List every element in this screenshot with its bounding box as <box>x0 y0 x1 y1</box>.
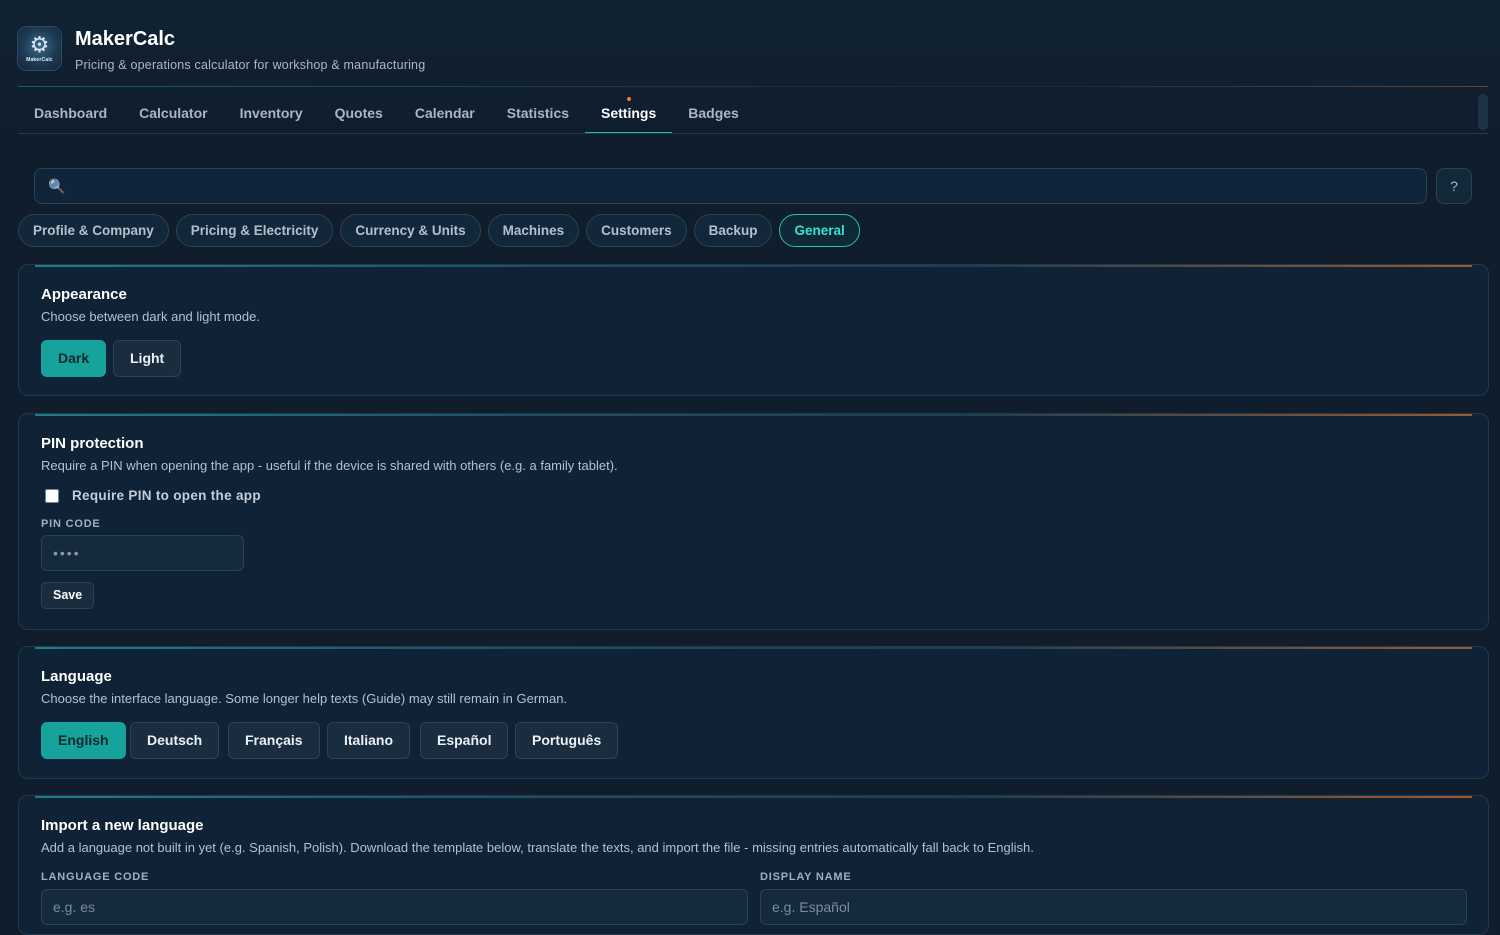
search-input[interactable] <box>71 169 1415 205</box>
settings-tabs: Profile & Company Pricing & Electricity … <box>18 214 860 247</box>
display-name-input[interactable]: e.g. Español <box>760 889 1467 925</box>
pin-card: PIN protection Require a PIN when openin… <box>18 413 1489 630</box>
app-title: MakerCalc <box>75 28 176 50</box>
pin-description: Require a PIN when opening the app - use… <box>41 458 618 473</box>
theme-dark-button[interactable]: Dark <box>41 340 107 377</box>
tab-calendar[interactable]: Calendar <box>399 96 491 132</box>
appearance-title: Appearance <box>41 286 127 303</box>
display-name-label: DISPLAY NAME <box>760 871 852 883</box>
app-logo: ⚙ MakerCalc <box>18 27 61 70</box>
card-accent <box>35 647 1472 649</box>
appearance-card: Appearance Choose between dark and light… <box>18 264 1489 396</box>
import-language-description: Add a language not built in yet (e.g. Sp… <box>41 840 1034 855</box>
language-code-label: LANGUAGE CODE <box>41 871 150 883</box>
require-pin-label[interactable]: Require PIN to open the app <box>72 488 261 503</box>
language-code-input[interactable]: e.g. es <box>41 889 748 925</box>
settings-search: 🔍 <box>34 168 1427 205</box>
gear-icon: ⚙ <box>29 32 50 57</box>
settings-tab-profile-company[interactable]: Profile & Company <box>18 214 169 247</box>
card-accent <box>35 796 1472 798</box>
tab-settings-label: Settings <box>601 105 657 121</box>
pin-code-label: PIN CODE <box>41 518 101 530</box>
notification-dot <box>626 97 631 101</box>
settings-tab-customers[interactable]: Customers <box>586 214 687 247</box>
language-italiano-button[interactable]: Italiano <box>327 722 411 759</box>
tab-settings[interactable]: Settings <box>585 96 673 134</box>
language-card: Language Choose the interface language. … <box>18 646 1489 779</box>
tab-quotes[interactable]: Quotes <box>319 96 399 132</box>
language-english-button[interactable]: English <box>41 722 126 759</box>
tab-badges[interactable]: Badges <box>672 96 755 132</box>
tab-dashboard[interactable]: Dashboard <box>18 96 123 132</box>
language-espanol-button[interactable]: Español <box>420 722 509 759</box>
import-language-card: Import a new language Add a language not… <box>18 795 1489 935</box>
language-deutsch-button[interactable]: Deutsch <box>130 722 220 759</box>
app-subtitle: Pricing & operations calculator for work… <box>75 58 426 72</box>
import-language-title: Import a new language <box>41 817 204 834</box>
search-icon: 🔍 <box>48 178 66 194</box>
nav-scrollbar[interactable] <box>1478 94 1488 130</box>
language-francais-button[interactable]: Français <box>228 722 320 759</box>
pin-title: PIN protection <box>41 435 144 452</box>
header-divider <box>18 86 1488 87</box>
language-title: Language <box>41 668 112 685</box>
settings-tab-backup[interactable]: Backup <box>693 214 773 247</box>
appearance-description: Choose between dark and light mode. <box>41 309 260 324</box>
help-button[interactable]: ? <box>1436 168 1472 204</box>
language-description: Choose the interface language. Some long… <box>41 691 568 706</box>
tab-statistics[interactable]: Statistics <box>491 96 585 132</box>
main-nav: Dashboard Calculator Inventory Quotes Ca… <box>18 96 755 134</box>
pin-code-input[interactable]: •••• <box>41 535 244 571</box>
app-header: ⚙ MakerCalc MakerCalc Pricing & operatio… <box>0 0 1500 140</box>
nav-divider <box>18 133 1488 134</box>
logo-text: MakerCalc <box>26 57 53 63</box>
card-accent <box>35 414 1472 416</box>
tab-inventory[interactable]: Inventory <box>224 96 319 132</box>
card-accent <box>35 265 1472 267</box>
require-pin-row: Require PIN to open the app <box>41 488 261 503</box>
settings-tab-pricing-electricity[interactable]: Pricing & Electricity <box>175 214 334 247</box>
settings-tab-currency-units[interactable]: Currency & Units <box>340 214 481 247</box>
pin-save-button[interactable]: Save <box>41 582 95 609</box>
tab-calculator[interactable]: Calculator <box>123 96 223 132</box>
theme-light-button[interactable]: Light <box>113 340 182 377</box>
language-portugues-button[interactable]: Português <box>515 722 619 759</box>
require-pin-checkbox[interactable] <box>45 488 59 503</box>
settings-tab-machines[interactable]: Machines <box>487 214 580 247</box>
settings-tab-general[interactable]: General <box>779 214 860 247</box>
